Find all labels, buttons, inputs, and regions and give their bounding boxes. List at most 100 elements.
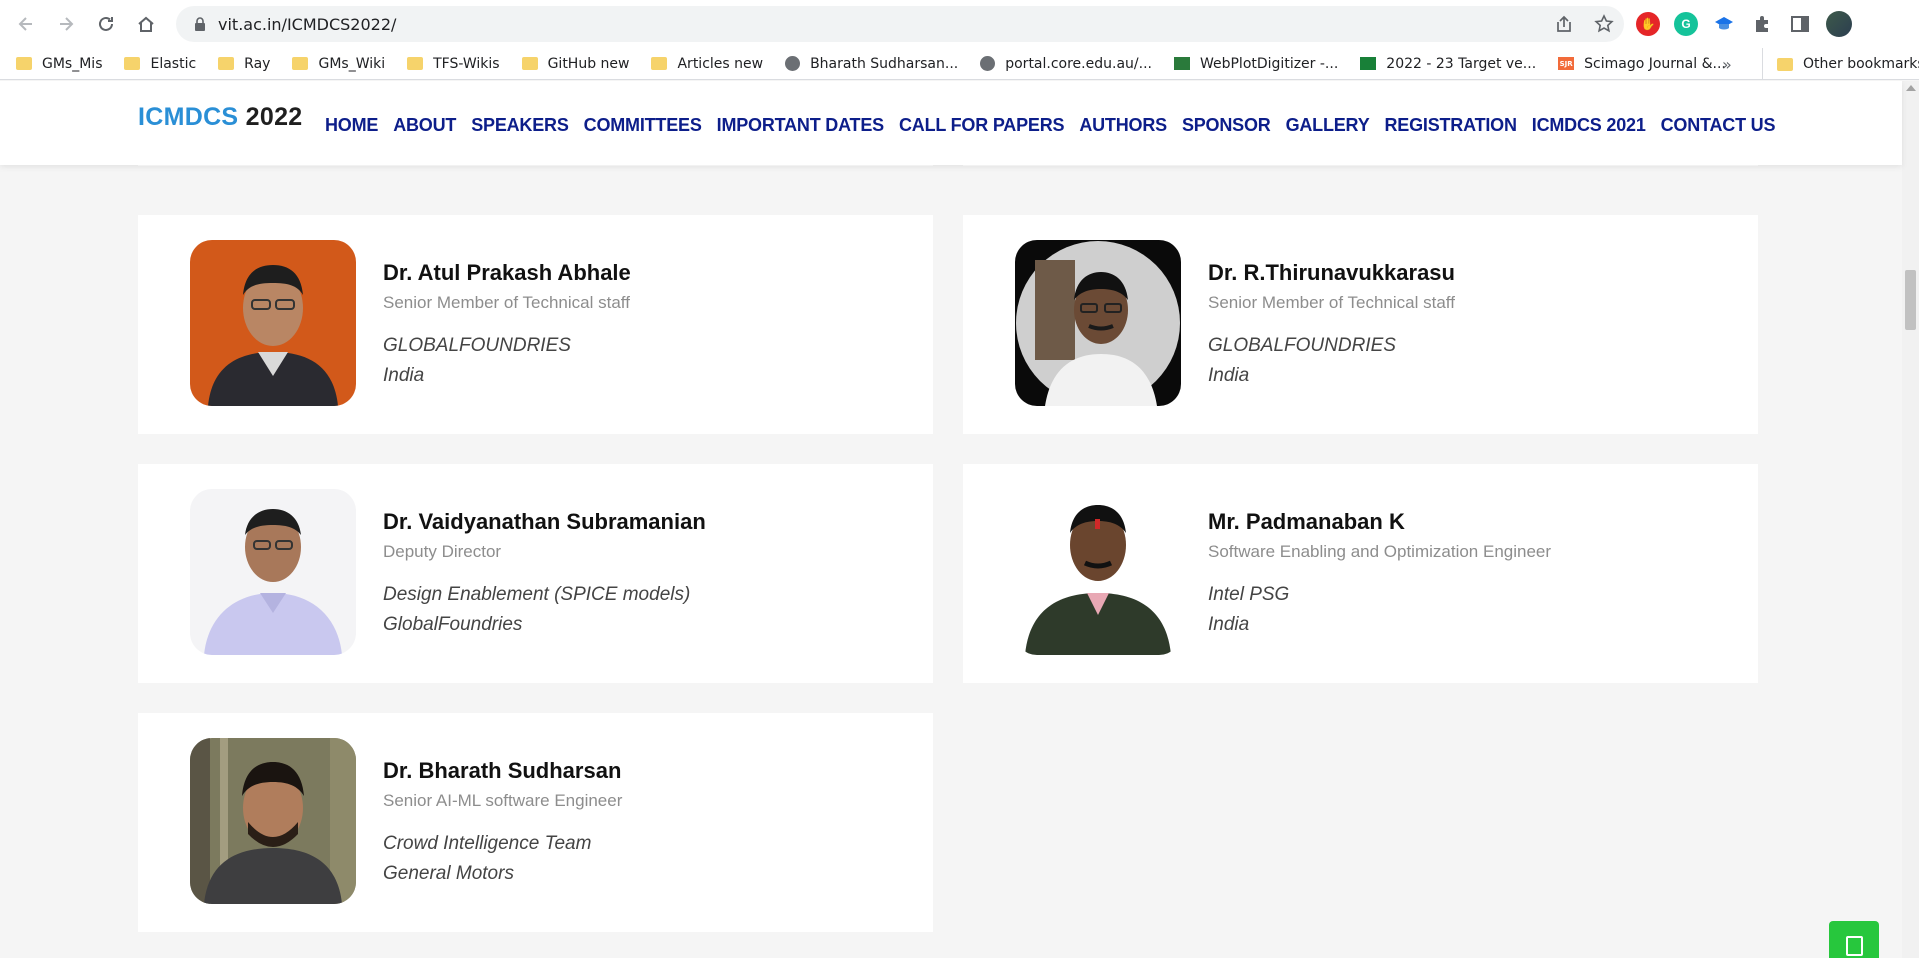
- bookmark-label: Elastic: [150, 55, 197, 72]
- site-header: ICMDCS 2022 HOME ABOUT SPEAKERS COMMITTE…: [0, 81, 1902, 165]
- speaker-photo: [190, 738, 356, 904]
- bookmark-item[interactable]: GitHub new: [521, 55, 630, 72]
- adblock-extension-icon[interactable]: ✋: [1636, 12, 1660, 36]
- grammarly-extension-icon[interactable]: G: [1674, 12, 1698, 36]
- bookmark-label: 2022 - 23 Target ve...: [1386, 55, 1537, 72]
- bookmark-item[interactable]: WebPlotDigitizer -...: [1173, 55, 1339, 72]
- bookmark-item[interactable]: GMs_Mis: [16, 56, 102, 72]
- forward-arrow-icon: [60, 17, 74, 31]
- speaker-name: Mr. Padmanaban K: [1208, 509, 1405, 534]
- speaker-info: Dr. Bharath Sudharsan Senior AI-ML softw…: [383, 758, 622, 885]
- nav-authors[interactable]: AUTHORS: [1079, 115, 1167, 136]
- back-button[interactable]: [6, 4, 46, 44]
- nav-gallery[interactable]: GALLERY: [1286, 115, 1370, 136]
- address-bar[interactable]: vit.ac.in/ICMDCS2022/: [176, 6, 1624, 42]
- nav-home[interactable]: HOME: [325, 115, 378, 136]
- sjr-icon: SJR: [1558, 57, 1575, 70]
- bookmark-item[interactable]: Bharath Sudharsan...: [785, 56, 958, 72]
- forward-button[interactable]: [46, 4, 86, 44]
- browser-toolbar: vit.ac.in/ICMDCS2022/ ✋ G: [0, 0, 1919, 48]
- bookmarks-bar: GMs_Mis Elastic Ray GMs_Wiki TFS-Wikis G…: [0, 48, 1919, 80]
- bookmark-item[interactable]: portal.core.edu.au/...: [980, 56, 1152, 72]
- site-logo[interactable]: ICMDCS 2022: [138, 103, 303, 132]
- profile-avatar[interactable]: [1826, 11, 1852, 37]
- bookmark-label: Other bookmarks: [1803, 56, 1919, 72]
- side-panel-icon[interactable]: [1788, 12, 1812, 36]
- folder-icon: [218, 57, 235, 70]
- bookmark-item[interactable]: GMs_Wiki: [292, 56, 385, 72]
- speaker-card: Dr. Bharath Sudharsan Senior AI-ML softw…: [138, 713, 933, 932]
- bookmark-label: Scimago Journal &...: [1584, 55, 1726, 72]
- bookmark-item[interactable]: Ray: [218, 56, 270, 72]
- speaker-org: GLOBALFOUNDRIES: [1208, 335, 1396, 356]
- speaker-country: GlobalFoundries: [383, 614, 523, 635]
- nav-registration[interactable]: REGISTRATION: [1385, 115, 1517, 136]
- bookmark-label: WebPlotDigitizer -...: [1199, 55, 1339, 72]
- nav-icmdcs-2021[interactable]: ICMDCS 2021: [1532, 115, 1646, 136]
- speaker-photo: [1015, 240, 1181, 406]
- folder-icon: [292, 57, 309, 70]
- url-text: vit.ac.in/ICMDCS2022/: [218, 14, 397, 34]
- extensions-puzzle-icon[interactable]: [1750, 12, 1774, 36]
- speaker-org: Intel PSG: [1208, 584, 1290, 605]
- nav-contact-us[interactable]: CONTACT US: [1661, 115, 1776, 136]
- home-icon: [138, 16, 154, 32]
- speaker-country: India: [1208, 365, 1250, 386]
- chat-square-icon: [1846, 936, 1863, 956]
- nav-important-dates[interactable]: IMPORTANT DATES: [717, 115, 885, 136]
- nav-call-for-papers[interactable]: CALL FOR PAPERS: [899, 115, 1065, 136]
- speaker-photo: [190, 489, 356, 655]
- nav-speakers[interactable]: SPEAKERS: [471, 115, 569, 136]
- bookmark-label: GitHub new: [547, 55, 630, 72]
- globe-icon: [980, 56, 996, 71]
- speaker-name: Dr. Bharath Sudharsan: [383, 758, 622, 783]
- bookmark-label: GMs_Mis: [42, 55, 103, 72]
- speaker-role: Senior Member of Technical staff: [1208, 293, 1455, 312]
- speaker-info: Dr. Atul Prakash Abhale Senior Member of…: [383, 260, 631, 387]
- folder-icon: [124, 57, 141, 70]
- speaker-org: Crowd Intelligence Team: [383, 833, 592, 854]
- nav-committees[interactable]: COMMITTEES: [584, 115, 702, 136]
- speaker-org: GLOBALFOUNDRIES: [383, 335, 571, 356]
- speaker-name: Dr. Atul Prakash Abhale: [383, 260, 631, 285]
- reload-icon: [99, 16, 113, 31]
- nav-about[interactable]: ABOUT: [393, 115, 456, 136]
- scrollbar-thumb[interactable]: [1905, 270, 1916, 330]
- other-bookmarks[interactable]: Other bookmarks: [1762, 48, 1919, 80]
- reload-button[interactable]: [86, 4, 126, 44]
- bookmark-item[interactable]: SJR Scimago Journal &...: [1558, 56, 1726, 72]
- logo-text-year: 2022: [245, 103, 303, 131]
- folder-icon: [407, 57, 424, 70]
- logo-text-primary: ICMDCS: [138, 103, 239, 131]
- folder-icon: [521, 57, 538, 70]
- speaker-photo: [190, 240, 356, 406]
- speaker-org: Design Enablement (SPICE models): [383, 584, 691, 605]
- page-content: ICMDCS 2022 HOME ABOUT SPEAKERS COMMITTE…: [0, 81, 1919, 958]
- speaker-country: General Motors: [383, 863, 514, 884]
- share-icon[interactable]: [1554, 14, 1574, 34]
- bookmark-item[interactable]: Elastic: [124, 56, 196, 72]
- bookmark-item[interactable]: 2022 - 23 Target ve...: [1360, 56, 1536, 72]
- speaker-name: Dr. Vaidyanathan Subramanian: [383, 509, 706, 534]
- speaker-country: India: [383, 365, 425, 386]
- bookmark-label: Articles new: [677, 55, 764, 72]
- webplotdigitizer-icon: [1173, 57, 1190, 70]
- nav-sponsor[interactable]: SPONSOR: [1182, 115, 1271, 136]
- folder-icon: [16, 57, 32, 70]
- speaker-card: Dr. Atul Prakash Abhale Senior Member of…: [138, 215, 933, 434]
- more-bookmarks-chevron-icon[interactable]: »: [1722, 48, 1732, 80]
- speaker-name: Dr. R.Thirunavukkarasu: [1208, 260, 1455, 285]
- bookmark-item[interactable]: TFS-Wikis: [407, 55, 500, 72]
- speaker-country: India: [1208, 614, 1250, 635]
- bookmark-star-icon[interactable]: [1594, 14, 1614, 34]
- speaker-card: Dr. Vaidyanathan Subramanian Deputy Dire…: [138, 464, 933, 683]
- page-scrollbar[interactable]: [1902, 81, 1919, 958]
- speaker-card: Dr. R.Thirunavukkarasu Senior Member of …: [963, 215, 1758, 434]
- speaker-info: Dr. Vaidyanathan Subramanian Deputy Dire…: [383, 509, 706, 636]
- home-button[interactable]: [126, 4, 166, 44]
- scroll-up-arrow-icon[interactable]: [1906, 85, 1916, 91]
- bookmark-label: TFS-Wikis: [433, 55, 500, 72]
- academic-cap-extension-icon[interactable]: [1712, 12, 1736, 36]
- floating-action-button[interactable]: [1829, 921, 1879, 958]
- bookmark-item[interactable]: Articles new: [651, 56, 763, 72]
